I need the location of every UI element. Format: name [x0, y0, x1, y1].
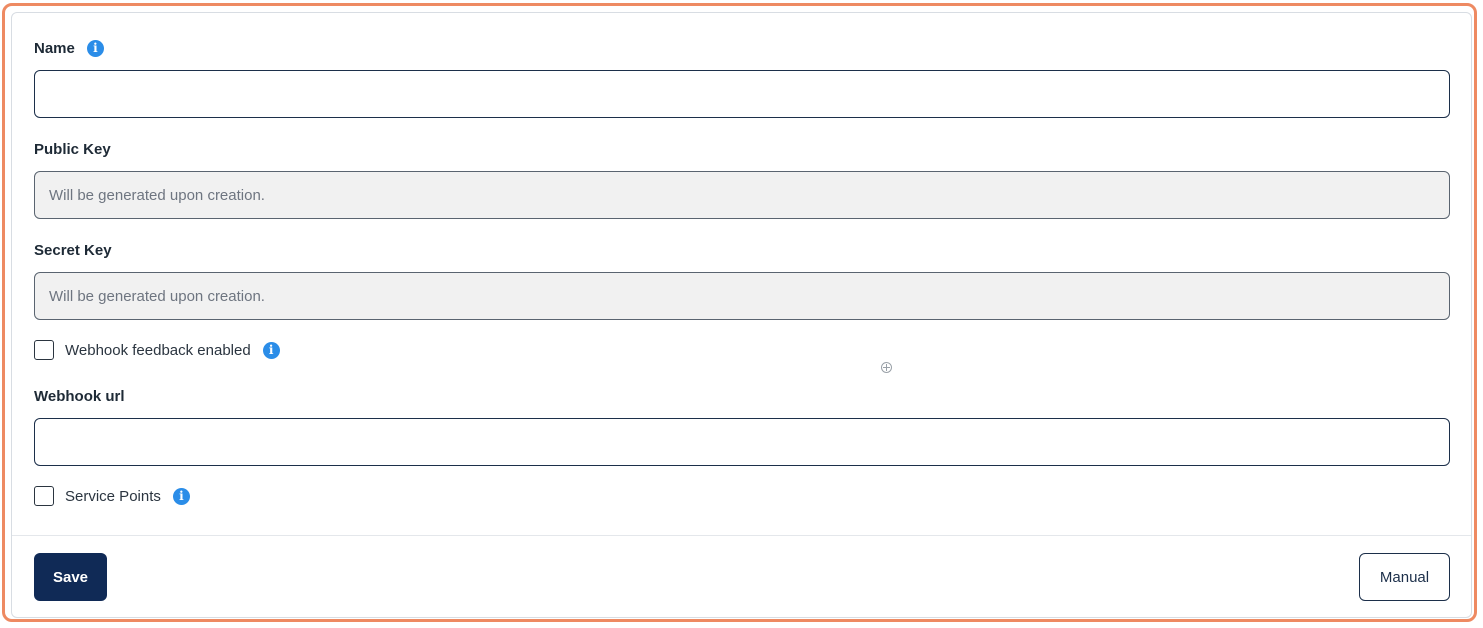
service-points-info-icon[interactable]: i [172, 487, 190, 505]
secret-key-input [34, 272, 1450, 320]
service-points-checkbox[interactable] [34, 486, 54, 506]
webhook-feedback-row[interactable]: Webhook feedback enabled i [34, 338, 280, 362]
name-label: Name [34, 39, 75, 57]
service-points-label[interactable]: Service Points [65, 488, 161, 505]
name-label-row: Name i [34, 38, 104, 58]
secret-key-label: Secret Key [34, 241, 112, 259]
manual-button[interactable]: Manual [1359, 553, 1450, 601]
webhook-url-label-row: Webhook url [34, 386, 125, 406]
webhook-feedback-label[interactable]: Webhook feedback enabled [65, 342, 251, 359]
public-key-input [34, 171, 1450, 219]
webhook-url-input[interactable] [34, 418, 1450, 466]
public-key-label: Public Key [34, 140, 111, 158]
service-points-row[interactable]: Service Points i [34, 484, 190, 508]
name-input[interactable] [34, 70, 1450, 118]
webhook-feedback-checkbox[interactable] [34, 340, 54, 360]
name-info-icon[interactable]: i [86, 39, 104, 57]
webhook-url-label: Webhook url [34, 387, 125, 405]
secret-key-label-row: Secret Key [34, 240, 112, 260]
webhook-feedback-info-icon[interactable]: i [262, 341, 280, 359]
footer-divider [12, 535, 1471, 536]
cursor-crosshair-icon [881, 362, 892, 373]
save-button[interactable]: Save [34, 553, 107, 601]
public-key-label-row: Public Key [34, 139, 111, 159]
